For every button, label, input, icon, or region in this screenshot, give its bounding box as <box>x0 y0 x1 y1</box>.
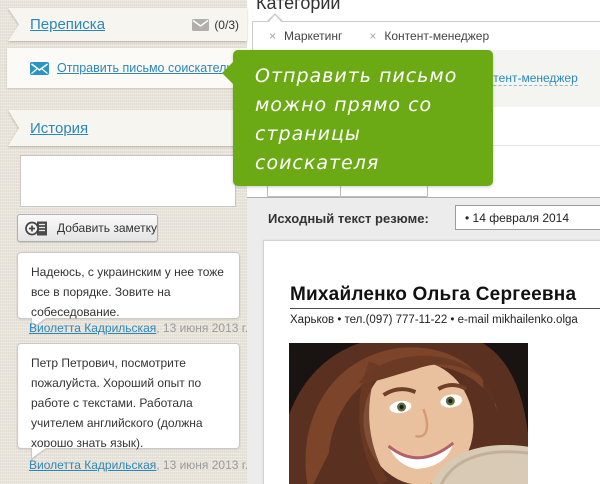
candidate-photo <box>289 343 528 484</box>
resume-panel: Михайленко Ольга Сергеевна Харьков • тел… <box>263 240 600 484</box>
callout-arrow-icon <box>222 62 233 84</box>
unread-count: (0/3) <box>214 18 239 32</box>
correspondence-header: Переписка (0/3) <box>8 8 247 41</box>
category-tag: × Маркетинг <box>269 29 342 43</box>
note-meta: Виолетта Кадрильская, 13 июня 2013 г. <box>29 458 248 472</box>
note-date: , 13 июня 2013 г. <box>156 458 248 472</box>
tag-label: Маркетинг <box>284 29 342 43</box>
callout-line: можно прямо со <box>255 91 483 120</box>
note-author-link[interactable]: Виолетта Кадрильская <box>29 458 156 472</box>
envelope-blue-icon <box>30 62 49 75</box>
tooltip-callout: Отправить письмо можно прямо со страницы… <box>233 50 493 186</box>
remove-tag-icon[interactable]: × <box>269 29 276 43</box>
resume-source-label: Исходный текст резюме: <box>268 198 429 238</box>
history-link[interactable]: История <box>30 120 88 137</box>
note-bubble: Петр Петрович, посмотрите пожалуйста. Хо… <box>17 343 240 449</box>
categories-title: Категории <box>256 0 340 14</box>
resume-date-select[interactable]: • 14 февраля 2014 <box>455 205 600 230</box>
category-tag: × Контент-менеджер <box>369 29 489 43</box>
add-note-button[interactable]: Добавить заметку <box>17 214 158 242</box>
name-underline <box>290 308 600 309</box>
note-bubble: Надеюсь, с украинским у нее тоже все в п… <box>17 252 240 319</box>
candidate-name: Михайленко Ольга Сергеевна <box>290 284 576 306</box>
note-text: Надеюсь, с украинским у нее тоже все в п… <box>31 265 224 319</box>
sidebar: Переписка (0/3) Отправить письмо соискат… <box>0 0 247 484</box>
callout-line: соискателя <box>255 149 483 178</box>
add-note-label: Добавить заметку <box>57 221 157 235</box>
resume-date-option: • 14 февраля 2014 <box>465 211 569 225</box>
note-meta: Виолетта Кадрильская, 13 июня 2013 г. <box>29 321 248 335</box>
candidate-contacts: Харьков • тел.(097) 777-11-22 • e-mail m… <box>290 314 578 326</box>
callout-line: Отправить письмо <box>255 62 483 91</box>
applicant-profile-page: Категории × Маркетинг × Контент-менеджер… <box>0 0 600 484</box>
note-author-link[interactable]: Виолетта Кадрильская <box>29 321 156 335</box>
envelope-gray-icon <box>192 19 209 31</box>
note-input[interactable] <box>20 155 236 207</box>
send-email-row[interactable]: Отправить письмо соискателю <box>7 48 247 88</box>
remove-tag-icon[interactable]: × <box>369 29 376 43</box>
tagbox-notch-fill <box>268 15 282 23</box>
note-text: Петр Петрович, посмотрите пожалуйста. Хо… <box>31 356 203 450</box>
resume-source-bar: Исходный текст резюме: • 14 февраля 2014 <box>247 197 600 237</box>
history-header: История <box>8 110 247 146</box>
tag-label: Контент-менеджер <box>384 29 489 43</box>
correspondence-link[interactable]: Переписка <box>30 16 105 33</box>
add-note-icon <box>25 220 49 237</box>
callout-line: страницы <box>255 120 483 149</box>
note-date: , 13 июня 2013 г. <box>156 321 248 335</box>
send-email-link[interactable]: Отправить письмо соискателю <box>57 61 236 75</box>
